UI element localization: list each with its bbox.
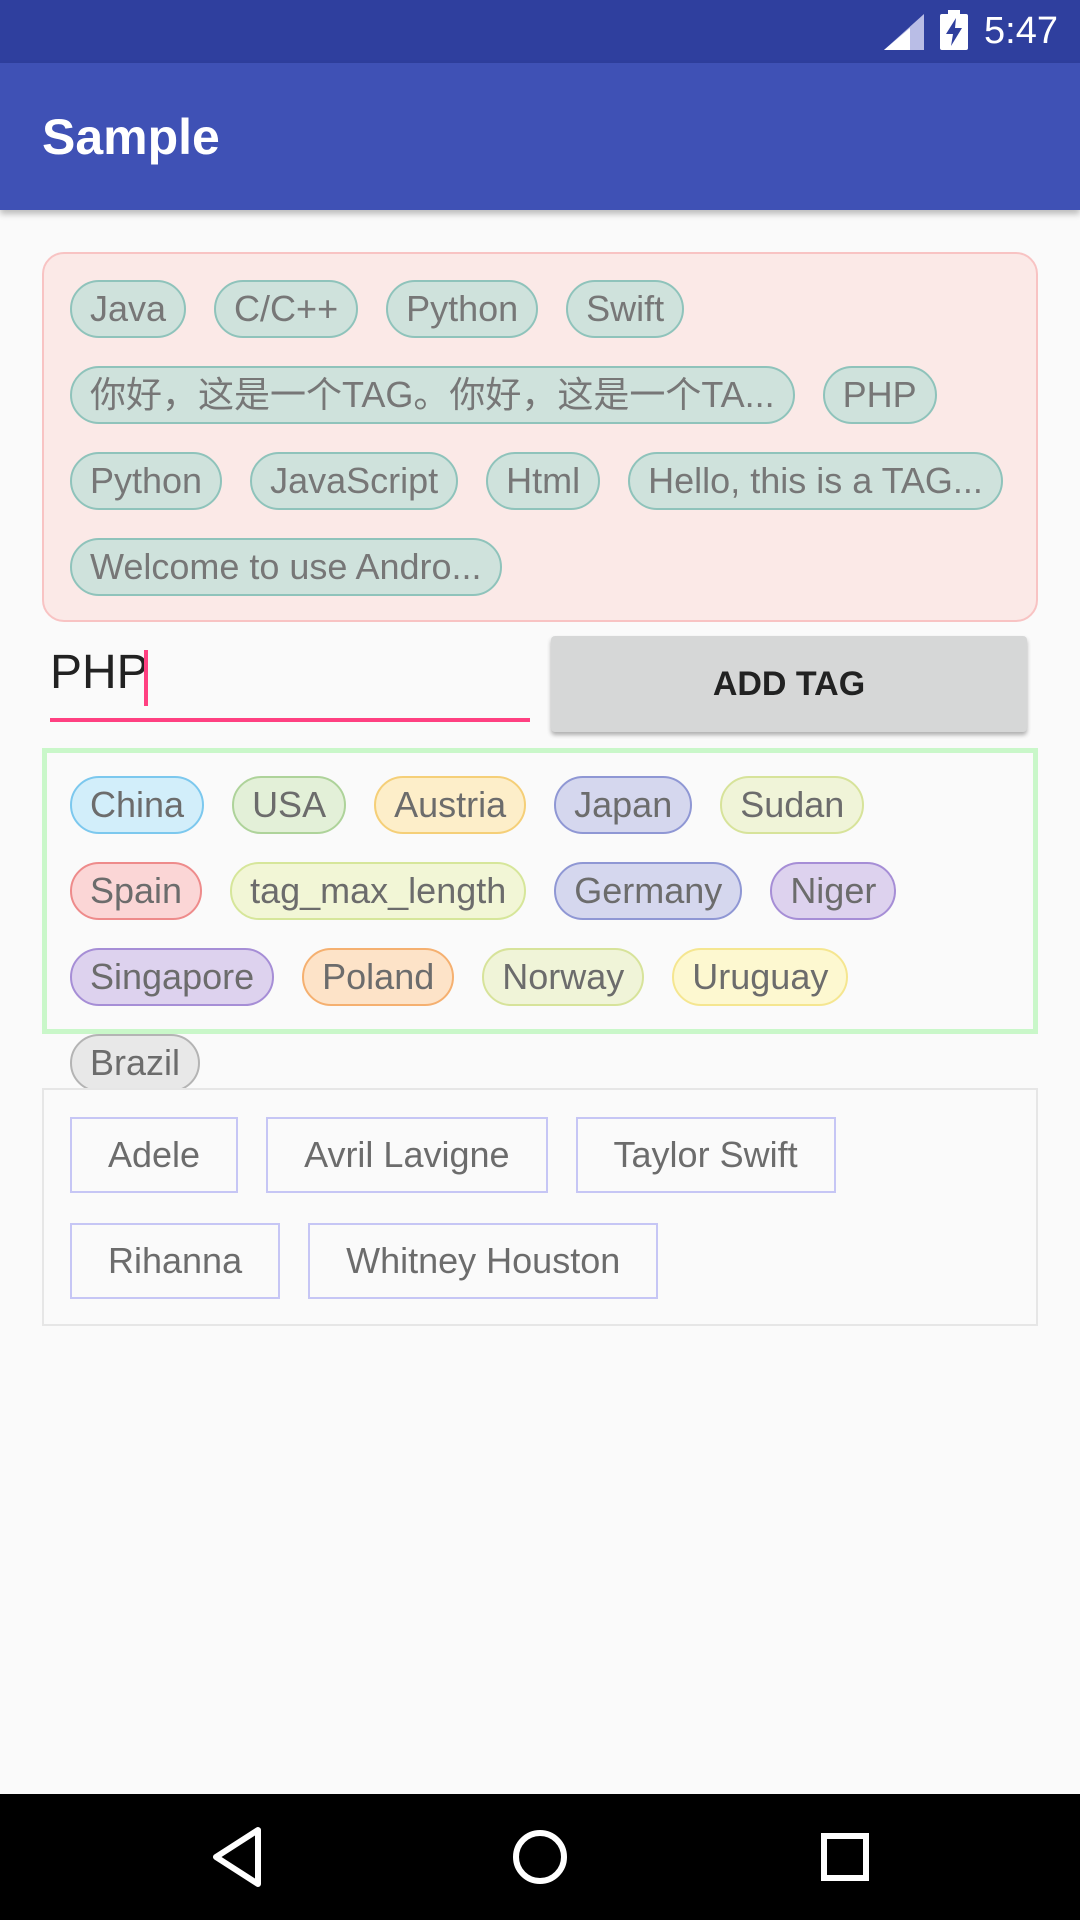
- country-tag[interactable]: Poland: [302, 948, 455, 1006]
- country-tag[interactable]: tag_max_length: [230, 862, 527, 920]
- country-tag[interactable]: China: [70, 776, 205, 834]
- language-tag[interactable]: PHP: [822, 366, 937, 424]
- status-time: 5:47: [984, 10, 1058, 52]
- tag-container-singers: Adele Avril Lavigne Taylor Swift Rihanna Whi…: [42, 1088, 1038, 1326]
- navigation-bar: [0, 1794, 1080, 1920]
- country-tag[interactable]: Japan: [554, 776, 693, 834]
- status-bar: 5:47: [0, 0, 1080, 63]
- back-icon[interactable]: [210, 1824, 270, 1890]
- language-tag[interactable]: Hello, this is a TAG...: [628, 452, 1003, 510]
- singer-tag[interactable]: Taylor Swift: [575, 1117, 836, 1193]
- battery-charging-icon: [940, 10, 968, 50]
- singer-tag[interactable]: Rihanna: [70, 1223, 281, 1299]
- language-tag[interactable]: Python: [386, 280, 539, 338]
- language-tag[interactable]: 你好，这是一个TAG。你好，这是一个TA...: [70, 366, 795, 424]
- country-tag[interactable]: Austria: [374, 776, 527, 834]
- country-tag[interactable]: Sudan: [720, 776, 865, 834]
- add-tag-button[interactable]: ADD TAG: [551, 636, 1027, 732]
- language-tag[interactable]: C/C++: [214, 280, 359, 338]
- home-icon[interactable]: [508, 1824, 572, 1890]
- tag-container-countries: China USA Austria Japan Sudan Spain tag_max_le…: [42, 748, 1038, 1092]
- language-tag[interactable]: Welcome to use Andro...: [70, 538, 502, 596]
- country-tag[interactable]: Brazil: [70, 1034, 201, 1092]
- language-tag[interactable]: Html: [486, 452, 601, 510]
- text-cursor: [144, 650, 148, 706]
- tag-input-row: [50, 640, 530, 722]
- singer-tag[interactable]: Avril Lavigne: [266, 1117, 548, 1193]
- language-tag[interactable]: JavaScript: [250, 452, 459, 510]
- language-tag[interactable]: Swift: [566, 280, 685, 338]
- country-tag[interactable]: Norway: [482, 948, 645, 1006]
- language-tag[interactable]: Python: [70, 452, 223, 510]
- country-tag[interactable]: Spain: [70, 862, 203, 920]
- tag-container-languages: Java C/C++ Python Swift 你好，这是一个TAG。你好，这是一个TA…: [42, 252, 1038, 622]
- recents-icon[interactable]: [814, 1824, 876, 1890]
- singer-tag[interactable]: Adele: [70, 1117, 239, 1193]
- country-tag[interactable]: Singapore: [70, 948, 275, 1006]
- signal-icon: [884, 14, 924, 50]
- country-tag[interactable]: Uruguay: [672, 948, 849, 1006]
- country-tag[interactable]: Germany: [554, 862, 743, 920]
- tag-input[interactable]: [50, 640, 530, 722]
- country-tag[interactable]: USA: [232, 776, 347, 834]
- app-bar: Sample: [0, 63, 1080, 210]
- app-title: Sample: [42, 109, 220, 165]
- language-tag[interactable]: Java: [70, 280, 187, 338]
- country-tag[interactable]: Niger: [770, 862, 897, 920]
- singer-tag[interactable]: Whitney Houston: [308, 1223, 659, 1299]
